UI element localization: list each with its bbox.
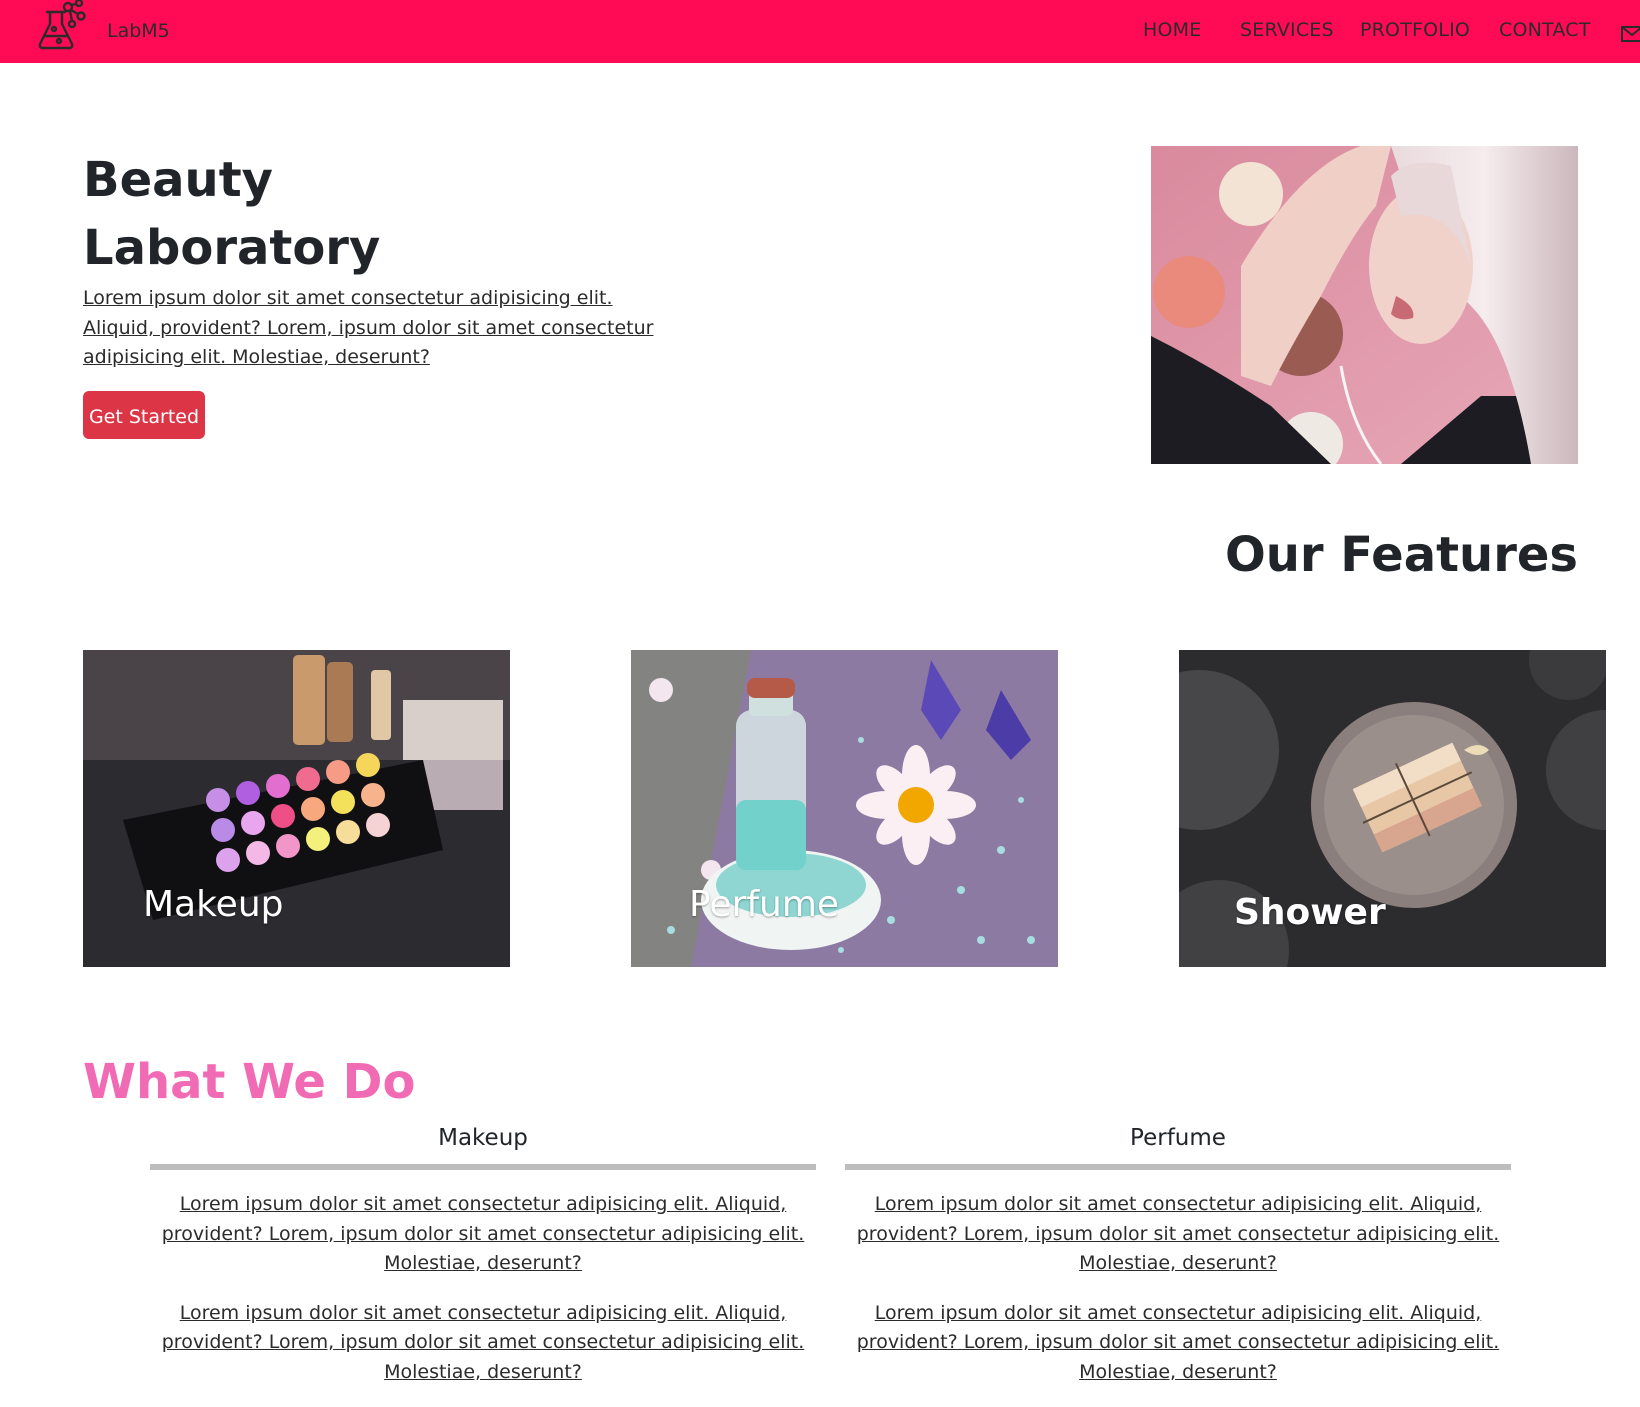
what-we-do-title: What We Do — [83, 1054, 416, 1110]
get-started-button[interactable]: Get Started — [83, 391, 205, 439]
service-heading-perfume: Perfume — [1130, 1125, 1226, 1151]
feature-card-perfume[interactable]: Perfume — [631, 650, 1058, 967]
nav-services-link[interactable]: SERVICES — [1240, 19, 1334, 41]
divider — [150, 1164, 816, 1170]
service-column-perfume: Perfume Lorem ipsum dolor sit amet conse… — [845, 1120, 1511, 1407]
service-paragraph: Lorem ipsum dolor sit amet consectetur a… — [161, 1193, 805, 1274]
nav-home-link[interactable]: HOME — [1143, 19, 1201, 41]
features-title: Our Features — [1224, 527, 1578, 583]
flask-molecule-icon — [38, 0, 86, 50]
feature-card-shower[interactable]: Shower — [1179, 650, 1606, 967]
navbar: LabM5 HOME SERVICES PROTFOLIO CONTACT — [0, 0, 1640, 63]
service-column-makeup: Makeup Lorem ipsum dolor sit amet consec… — [150, 1120, 816, 1407]
hero-title-line2: Laboratory — [83, 220, 381, 276]
service-heading-makeup: Makeup — [438, 1125, 528, 1151]
hero-title: Beauty Laboratory — [83, 146, 403, 282]
envelope-icon[interactable] — [1621, 26, 1640, 42]
feature-card-makeup[interactable]: Makeup — [83, 650, 510, 967]
hero-title-line1: Beauty — [83, 152, 273, 208]
hero-description: Lorem ipsum dolor sit amet consectetur a… — [83, 287, 654, 368]
brand-name: LabM5 — [107, 20, 170, 42]
service-paragraph: Lorem ipsum dolor sit amet consectetur a… — [856, 1193, 1500, 1274]
service-paragraph: Lorem ipsum dolor sit amet consectetur a… — [161, 1301, 805, 1383]
portrait-photo — [1151, 146, 1578, 464]
nav-portfolio-link[interactable]: PROTFOLIO — [1360, 19, 1470, 41]
divider — [845, 1164, 1511, 1170]
card-label-perfume: Perfume — [689, 884, 840, 925]
nav-contact-link[interactable]: CONTACT — [1499, 19, 1591, 41]
card-label-shower: Shower — [1234, 892, 1386, 933]
card-label-makeup: Makeup — [143, 884, 284, 925]
service-paragraph: Lorem ipsum dolor sit amet consectetur a… — [856, 1301, 1500, 1383]
